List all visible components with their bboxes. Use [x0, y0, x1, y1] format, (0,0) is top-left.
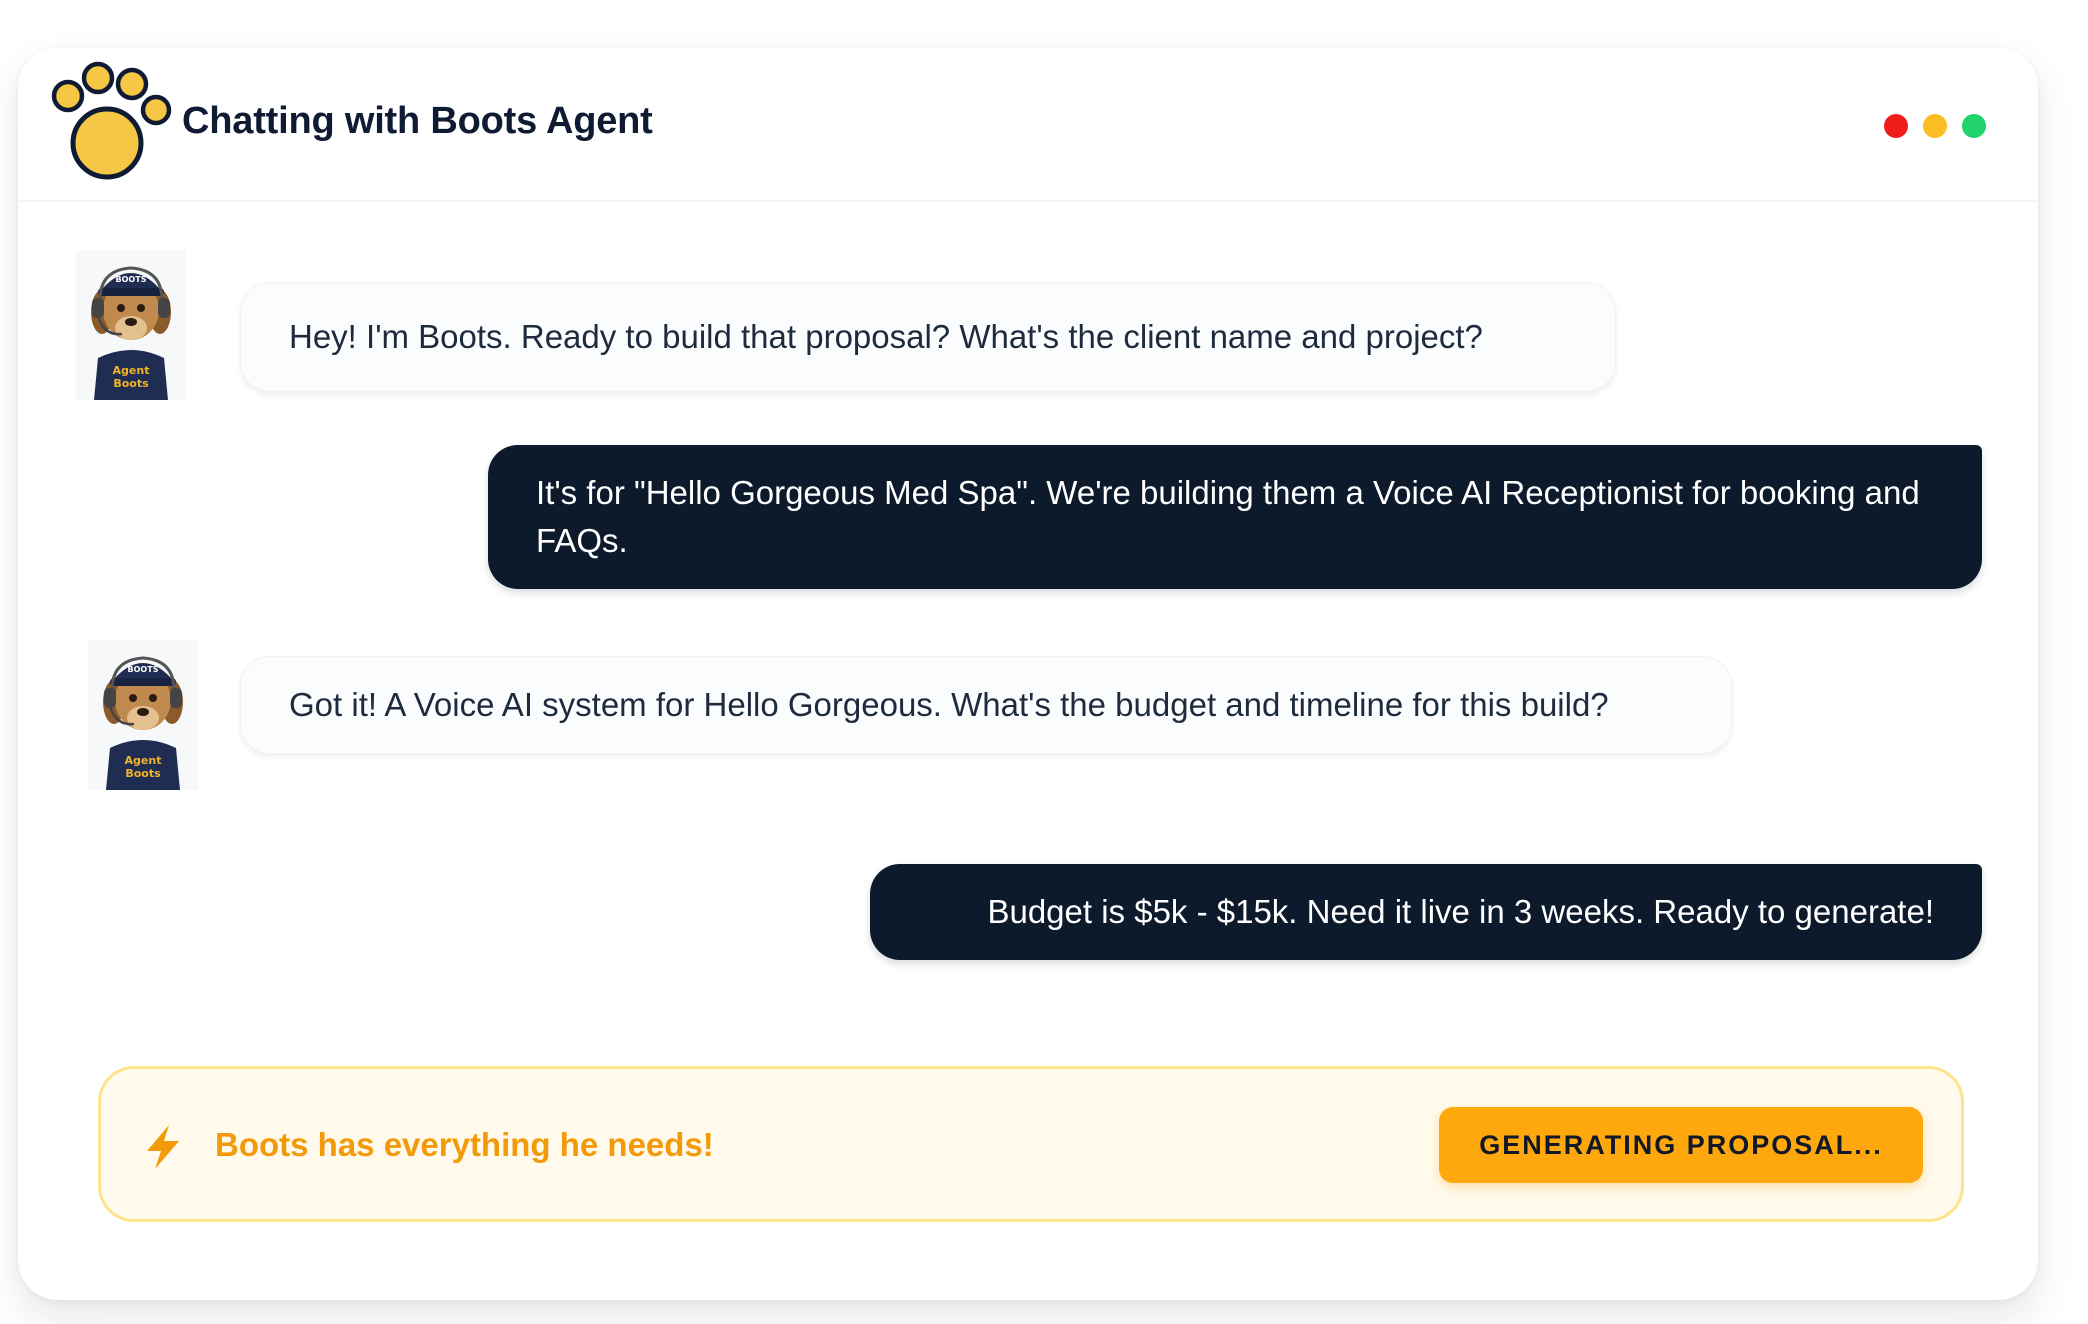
chat-window: Chatting with Boots Agent Agent Boots BO…	[18, 48, 2038, 1300]
agent-message: Hey! I'm Boots. Ready to build that prop…	[240, 282, 1616, 392]
chat-header: Chatting with Boots Agent	[18, 48, 2038, 202]
svg-text:Boots: Boots	[113, 377, 149, 390]
chat-title: Chatting with Boots Agent	[182, 100, 653, 142]
message-text: Got it! A Voice AI system for Hello Gorg…	[289, 686, 1609, 723]
lightning-bolt-icon	[147, 1125, 179, 1169]
paw-print-logo-icon	[51, 61, 172, 180]
close-window-dot[interactable]	[1884, 114, 1908, 138]
svg-text:Agent: Agent	[113, 364, 150, 377]
status-message: Boots has everything he needs!	[215, 1126, 714, 1163]
user-message: It's for "Hello Gorgeous Med Spa". We're…	[488, 445, 1982, 589]
user-message: Budget is $5k - $15k. Need it live in 3 …	[870, 864, 1982, 960]
svg-text:BOOTS: BOOTS	[116, 275, 147, 284]
svg-text:BOOTS: BOOTS	[128, 665, 159, 674]
maximize-window-dot[interactable]	[1962, 114, 1986, 138]
agent-message: Got it! A Voice AI system for Hello Gorg…	[240, 656, 1732, 754]
boots-agent-avatar: Agent Boots BOOTS	[76, 250, 186, 400]
boots-agent-avatar: Agent Boots BOOTS	[88, 640, 198, 790]
message-text: Hey! I'm Boots. Ready to build that prop…	[289, 318, 1483, 355]
minimize-window-dot[interactable]	[1923, 114, 1947, 138]
svg-text:Boots: Boots	[125, 767, 161, 780]
message-text: Budget is $5k - $15k. Need it live in 3 …	[987, 893, 1934, 930]
status-banner: Boots has everything he needs! GENERATIN…	[98, 1066, 1964, 1222]
message-text: It's for "Hello Gorgeous Med Spa". We're…	[536, 474, 1920, 559]
window-controls	[1884, 114, 1986, 138]
generating-proposal-button[interactable]: GENERATING PROPOSAL...	[1439, 1107, 1923, 1183]
svg-text:Agent: Agent	[125, 754, 162, 767]
